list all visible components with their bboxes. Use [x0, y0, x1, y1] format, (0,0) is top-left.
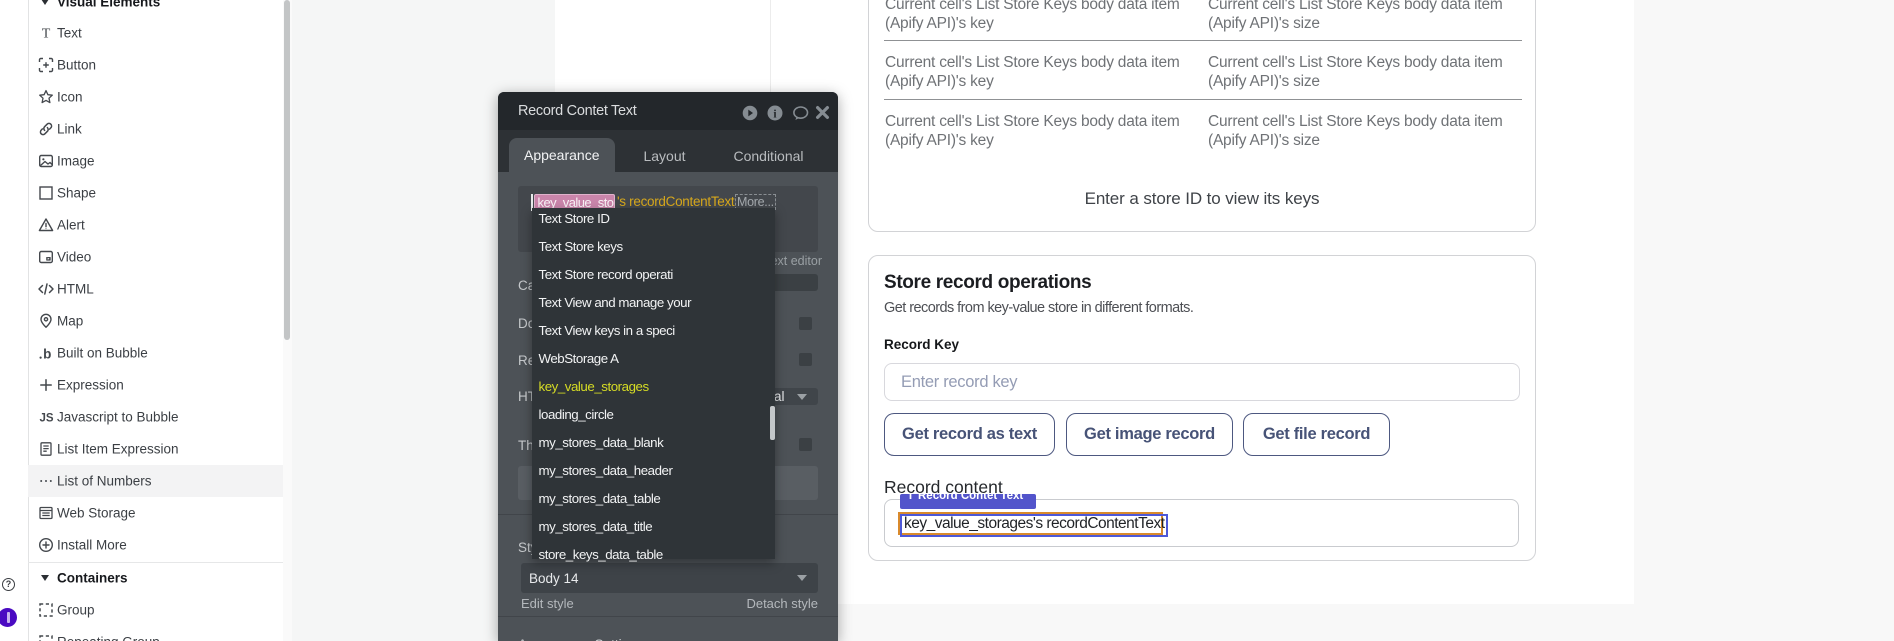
svg-text:T: T	[42, 27, 51, 42]
svg-text:b: b	[43, 347, 51, 362]
svg-text:JS: JS	[39, 412, 53, 424]
